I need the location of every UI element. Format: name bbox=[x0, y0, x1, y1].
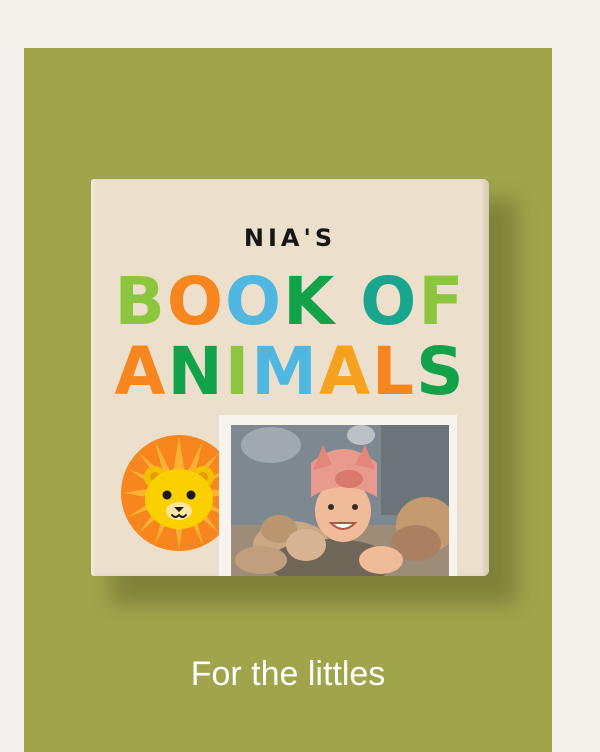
title-line-1-letter: O bbox=[224, 263, 284, 340]
title-line-2-letter: A bbox=[114, 333, 168, 410]
title-line-1-letter: K bbox=[283, 263, 337, 340]
book-title-line-1: BOOKOF bbox=[91, 269, 489, 335]
baby-photo-illustration bbox=[231, 425, 449, 576]
title-line-2-letter: L bbox=[372, 333, 417, 410]
title-line-1-letter: F bbox=[418, 263, 466, 340]
baby-photo bbox=[231, 425, 449, 576]
product-card[interactable]: NIA'S BOOKOF ANIMALS For the littles bbox=[24, 48, 552, 752]
title-line-1-space bbox=[336, 269, 360, 335]
title-line-2-letter: A bbox=[318, 333, 373, 410]
title-line-1-letter: B bbox=[114, 263, 167, 340]
title-line-1-letter: O bbox=[360, 263, 419, 340]
title-line-2-letter: M bbox=[251, 333, 319, 410]
book-cover-image: NIA'S BOOKOF ANIMALS bbox=[91, 179, 489, 576]
card-tagline: For the littles bbox=[190, 655, 386, 693]
photo-frame bbox=[219, 415, 457, 576]
lion-face bbox=[144, 466, 214, 529]
book-owner-label: NIA'S bbox=[243, 224, 337, 252]
title-line-1-letter: O bbox=[166, 263, 225, 340]
title-line-2-letter: I bbox=[224, 333, 252, 410]
book-title-line-2: ANIMALS bbox=[91, 339, 489, 405]
title-line-2-letter: N bbox=[167, 333, 225, 410]
title-line-2-letter: S bbox=[416, 333, 466, 410]
